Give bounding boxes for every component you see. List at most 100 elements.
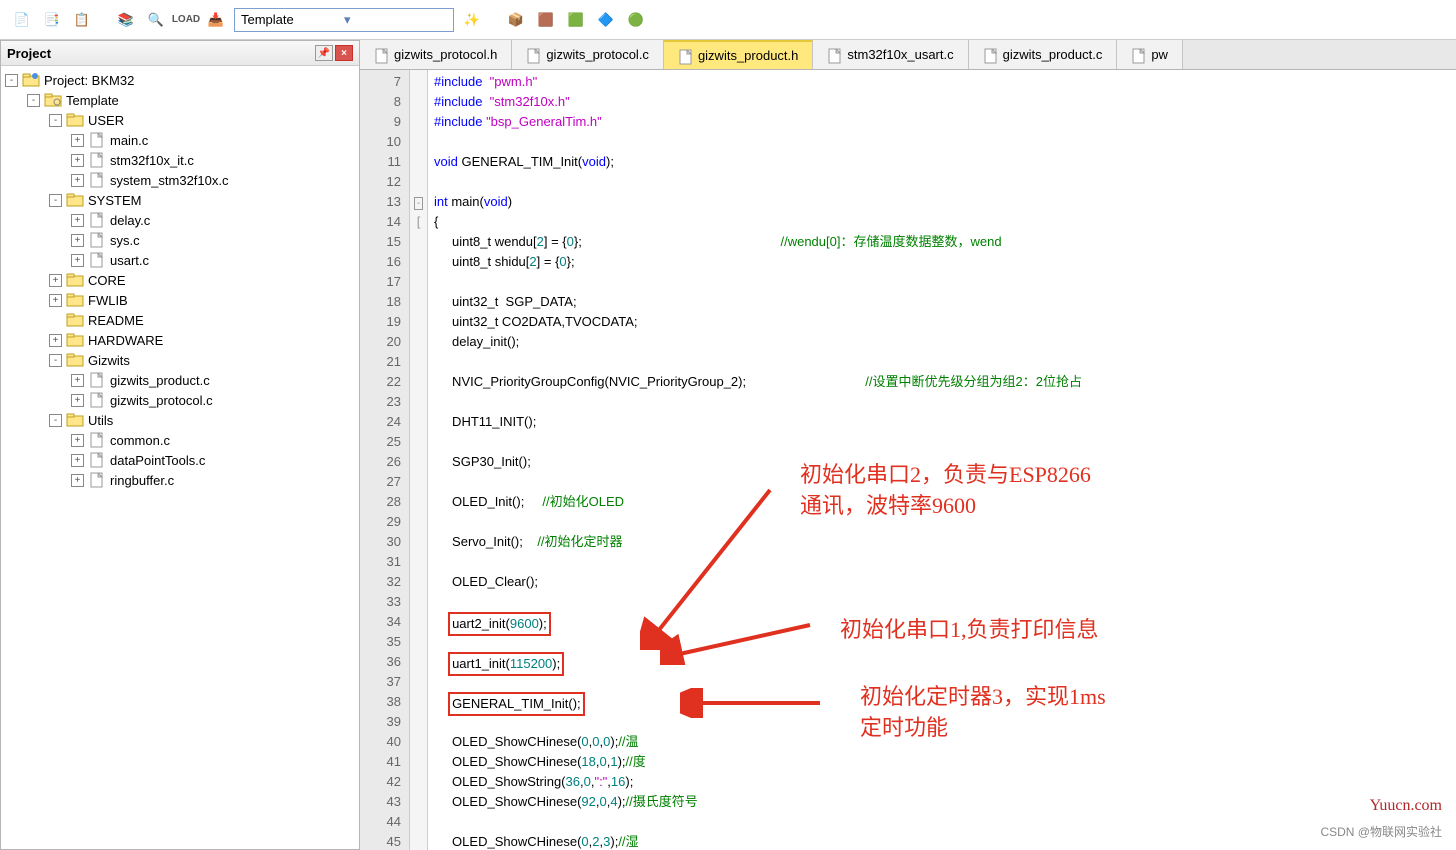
pin-icon[interactable]: 📌 [315, 45, 333, 61]
expand-icon[interactable]: + [71, 434, 84, 447]
tree-label: Gizwits [88, 353, 130, 368]
tree-item[interactable]: + gizwits_protocol.c [5, 390, 355, 410]
file-tab[interactable]: pw [1117, 40, 1183, 69]
toolbar-icon[interactable]: 📑 [40, 8, 64, 32]
expand-icon[interactable]: + [71, 454, 84, 467]
file-tab[interactable]: gizwits_product.c [969, 40, 1118, 69]
expand-icon[interactable] [49, 314, 62, 327]
tree-item[interactable]: +common.c [5, 430, 355, 450]
tree-item[interactable]: + usart.c [5, 250, 355, 270]
toolbar-icon[interactable]: 🔍 [144, 8, 168, 32]
expand-icon[interactable]: + [71, 394, 84, 407]
tree-label: usart.c [110, 253, 149, 268]
tree-item[interactable]: +gizwits_product.c [5, 370, 355, 390]
tab-label: gizwits_product.c [1003, 47, 1103, 62]
expand-icon[interactable]: - [49, 354, 62, 367]
chevron-down-icon: ▾ [344, 12, 447, 28]
tree-item[interactable]: + dataPointTools.c [5, 450, 355, 470]
file-tab[interactable]: gizwits_protocol.h [360, 40, 512, 69]
expand-icon[interactable]: + [49, 274, 62, 287]
tree-label: gizwits_protocol.c [110, 393, 213, 408]
expand-icon[interactable]: + [71, 174, 84, 187]
tree-label: CORE [88, 273, 126, 288]
expand-icon[interactable]: - [49, 114, 62, 127]
file-tab[interactable]: gizwits_product.h [664, 40, 813, 69]
project-tree[interactable]: -Project: BKM32-Template-USER+main.c+stm… [1, 66, 359, 849]
target-combo[interactable]: Template ▾ [234, 8, 454, 32]
expand-icon[interactable]: - [27, 94, 40, 107]
file-icon [374, 48, 388, 62]
folder-icon [66, 332, 84, 348]
toolbar: 📄 📑 📋 📚 🔍 LOAD 📥 Template ▾ ✨ 📦 🟫 🟩 🔷 🟢 [0, 0, 1456, 40]
toolbar-icon[interactable]: 🔷 [594, 8, 618, 32]
wand-icon[interactable]: ✨ [460, 8, 484, 32]
tree-item[interactable]: + sys.c [5, 230, 355, 250]
folder-icon [66, 312, 84, 328]
tree-item[interactable]: README [5, 310, 355, 330]
tree-label: Project: BKM32 [44, 73, 134, 88]
tree-item[interactable]: - SYSTEM [5, 190, 355, 210]
expand-icon[interactable]: + [71, 134, 84, 147]
expand-icon[interactable]: - [5, 74, 18, 87]
tree-label: stm32f10x_it.c [110, 153, 194, 168]
tree-label: dataPointTools.c [110, 453, 205, 468]
toolbar-icon[interactable]: 🟢 [624, 8, 648, 32]
file-icon [88, 452, 106, 468]
tab-label: stm32f10x_usart.c [847, 47, 953, 62]
expand-icon[interactable]: + [71, 154, 84, 167]
file-icon [1131, 48, 1145, 62]
credit: CSDN @物联网实验社 [1320, 823, 1442, 840]
tree-item[interactable]: + CORE [5, 270, 355, 290]
file-icon [88, 372, 106, 388]
tree-item[interactable]: -Utils [5, 410, 355, 430]
tree-item[interactable]: + stm32f10x_it.c [5, 150, 355, 170]
expand-icon[interactable]: + [71, 374, 84, 387]
expand-icon[interactable]: - [49, 194, 62, 207]
expand-icon[interactable]: - [49, 414, 62, 427]
toolbar-icon[interactable]: 📋 [70, 8, 94, 32]
tree-label: main.c [110, 133, 148, 148]
tree-item[interactable]: +HARDWARE [5, 330, 355, 350]
file-tab[interactable]: stm32f10x_usart.c [813, 40, 968, 69]
panel-header: Project 📌 × [1, 41, 359, 66]
code-text[interactable]: #include "pwm.h"#include "stm32f10x.h"#i… [428, 70, 1456, 850]
close-icon[interactable]: × [335, 45, 353, 61]
toolbar-icon[interactable]: 📥 [204, 8, 228, 32]
tree-item[interactable]: +system_stm32f10x.c [5, 170, 355, 190]
tree-item[interactable]: - Project: BKM32 [5, 70, 355, 90]
tab-label: pw [1151, 47, 1168, 62]
file-icon [88, 392, 106, 408]
tree-item[interactable]: +delay.c [5, 210, 355, 230]
expand-icon[interactable]: + [49, 294, 62, 307]
code-area[interactable]: 7891011121314151617181920212223242526272… [360, 70, 1456, 850]
folder-icon [66, 412, 84, 428]
folder-icon [66, 272, 84, 288]
toolbar-icon[interactable]: 📄 [10, 8, 34, 32]
tree-item[interactable]: -USER [5, 110, 355, 130]
tree-label: SYSTEM [88, 193, 141, 208]
expand-icon[interactable]: + [49, 334, 62, 347]
tree-label: ringbuffer.c [110, 473, 174, 488]
expand-icon[interactable]: + [71, 254, 84, 267]
tree-label: sys.c [110, 233, 140, 248]
expand-icon[interactable]: + [71, 214, 84, 227]
file-tab[interactable]: gizwits_protocol.c [512, 40, 664, 69]
fold-gutter[interactable]: -[ [410, 70, 428, 850]
toolbar-icon[interactable]: 🟩 [564, 8, 588, 32]
toolbar-icon[interactable]: 📦 [504, 8, 528, 32]
toolbar-icon[interactable]: 🟫 [534, 8, 558, 32]
tree-item[interactable]: +FWLIB [5, 290, 355, 310]
file-icon [88, 232, 106, 248]
expand-icon[interactable]: + [71, 474, 84, 487]
file-icon [983, 48, 997, 62]
tree-item[interactable]: - Gizwits [5, 350, 355, 370]
load-icon[interactable]: LOAD [174, 8, 198, 32]
tab-bar: gizwits_protocol.hgizwits_protocol.cgizw… [360, 40, 1456, 70]
project-panel: Project 📌 × -Project: BKM32-Template-USE… [0, 40, 360, 850]
toolbar-icon[interactable]: 📚 [114, 8, 138, 32]
tree-item[interactable]: -Template [5, 90, 355, 110]
file-icon [88, 252, 106, 268]
expand-icon[interactable]: + [71, 234, 84, 247]
tree-item[interactable]: + ringbuffer.c [5, 470, 355, 490]
tree-item[interactable]: + main.c [5, 130, 355, 150]
